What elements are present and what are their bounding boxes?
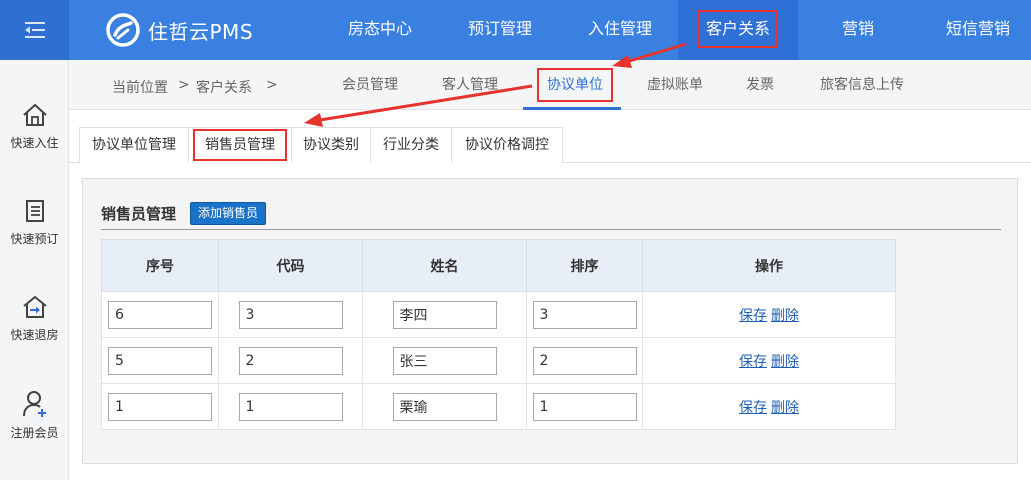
tab-label: 协议价格调控: [465, 137, 549, 153]
name-input[interactable]: [392, 392, 497, 421]
nav-label: 入住管理: [587, 19, 652, 38]
panel-title: 销售员管理: [101, 205, 177, 223]
subtab-label: 旅客信息上传: [820, 77, 904, 93]
menu-collapse-icon: [24, 22, 45, 38]
table-row: 保存删除: [101, 337, 896, 384]
sidebar-item-register-member[interactable]: 注册会员: [0, 390, 69, 454]
top-bar: 住哲云PMS 房态中心 预订管理 入住管理 客户关系 营销 短信营销: [0, 0, 1031, 60]
seq-input[interactable]: [108, 300, 212, 329]
tab-agreement-unit-management[interactable]: 协议单位管理: [79, 127, 189, 163]
nav-marketing[interactable]: 营销: [820, 0, 896, 60]
brand-logo[interactable]: 住哲云PMS: [106, 12, 253, 48]
table-row: 保存删除: [101, 383, 896, 430]
breadcrumb-prefix: 当前位置: [112, 80, 168, 96]
tab-agreement-price-control[interactable]: 协议价格调控: [451, 127, 563, 163]
breadcrumb-separator: >: [178, 77, 190, 93]
brand-name: 住哲云PMS: [148, 19, 254, 44]
nav-customer-relations[interactable]: 客户关系: [678, 0, 798, 60]
subtab-guest-management[interactable]: 客人管理: [431, 60, 509, 110]
tab-industry-category[interactable]: 行业分类: [370, 127, 452, 163]
sidebar-item-label: 快速退房: [10, 328, 59, 342]
nav-sms-marketing[interactable]: 短信营销: [930, 0, 1026, 60]
table-header-row: 序号 代码 姓名 排序 操作: [101, 239, 896, 292]
nav-booking[interactable]: 预订管理: [450, 0, 550, 60]
nav-label: 客户关系: [697, 10, 778, 48]
subtab-member-management[interactable]: 会员管理: [331, 60, 409, 110]
subtab-label: 协议单位: [537, 68, 613, 102]
sidebar-item-label: 快速预订: [10, 232, 59, 246]
tab-salesperson-management[interactable]: 销售员管理: [188, 127, 292, 163]
sidebar-item-quick-checkout[interactable]: 快速退房: [0, 294, 69, 358]
tab-label: 行业分类: [383, 137, 439, 153]
nav-label: 预订管理: [467, 19, 532, 38]
name-input[interactable]: [392, 300, 497, 329]
order-input[interactable]: [532, 346, 637, 375]
salesperson-panel: 销售员管理 添加销售员 序号 代码 姓名 排序 操作 保存删除: [82, 178, 1018, 464]
logo-icon: [106, 13, 140, 47]
save-link[interactable]: 保存: [739, 400, 767, 416]
subtab-virtual-bill[interactable]: 虚拟账单: [636, 60, 714, 110]
code-input[interactable]: [238, 300, 343, 329]
page-tabs: 协议单位管理 销售员管理 协议类别 行业分类 协议价格调控: [69, 110, 1031, 163]
delete-link[interactable]: 删除: [771, 354, 799, 370]
save-link[interactable]: 保存: [739, 308, 767, 324]
add-salesperson-button[interactable]: 添加销售员: [190, 202, 267, 225]
order-input[interactable]: [532, 392, 637, 421]
column-header-name: 姓名: [362, 239, 527, 292]
column-header-seq: 序号: [101, 239, 219, 292]
sidebar-item-label: 快速入住: [10, 136, 59, 150]
name-input[interactable]: [392, 346, 497, 375]
column-header-code: 代码: [218, 239, 363, 292]
nav-label: 营销: [841, 19, 874, 38]
subtab-label: 虚拟账单: [647, 77, 703, 93]
menu-toggle-button[interactable]: [0, 0, 69, 60]
sidebar-item-quick-booking[interactable]: 快速预订: [0, 198, 69, 262]
nav-label: 房态中心: [347, 19, 412, 38]
home-icon: [22, 103, 47, 126]
checkout-icon: [22, 295, 47, 318]
add-user-icon: [22, 391, 46, 417]
breadcrumb-separator: >: [266, 77, 278, 93]
subtab-label: 会员管理: [342, 77, 398, 93]
tab-label: 协议单位管理: [92, 137, 176, 153]
breadcrumb-section[interactable]: 客户关系: [196, 77, 252, 97]
tab-label: 协议类别: [303, 137, 359, 153]
sidebar-item-quick-checkin[interactable]: 快速入住: [0, 102, 69, 166]
divider: [101, 229, 1001, 230]
column-header-order: 排序: [526, 239, 643, 292]
nav-label: 短信营销: [945, 19, 1010, 38]
sidebar: 快速入住 快速预订 快速退房 注册会员: [0, 60, 69, 480]
delete-link[interactable]: 删除: [771, 308, 799, 324]
tab-agreement-category[interactable]: 协议类别: [291, 127, 371, 163]
subtab-agreement-unit[interactable]: 协议单位: [528, 60, 622, 110]
document-icon: [25, 200, 44, 222]
seq-input[interactable]: [108, 392, 212, 421]
code-input[interactable]: [238, 346, 343, 375]
table-row: 保存删除: [101, 291, 896, 338]
nav-room-status[interactable]: 房态中心: [330, 0, 430, 60]
sub-navigation-bar: 当前位置 > 客户关系 > 会员管理 客人管理 协议单位 虚拟账单 发票 旅客信…: [69, 60, 1031, 110]
order-input[interactable]: [532, 300, 637, 329]
sidebar-item-label: 注册会员: [10, 426, 59, 440]
column-header-actions: 操作: [642, 239, 896, 292]
code-input[interactable]: [238, 392, 343, 421]
salesperson-table: 序号 代码 姓名 排序 操作 保存删除 保存删除: [101, 239, 896, 430]
subtab-label: 发票: [746, 77, 774, 93]
nav-checkin[interactable]: 入住管理: [570, 0, 670, 60]
save-link[interactable]: 保存: [739, 354, 767, 370]
subtab-invoice[interactable]: 发票: [737, 60, 783, 110]
subtab-label: 客人管理: [442, 77, 498, 93]
tab-label: 销售员管理: [193, 129, 287, 161]
seq-input[interactable]: [108, 346, 212, 375]
subtab-traveler-upload[interactable]: 旅客信息上传: [810, 60, 914, 110]
delete-link[interactable]: 删除: [771, 400, 799, 416]
